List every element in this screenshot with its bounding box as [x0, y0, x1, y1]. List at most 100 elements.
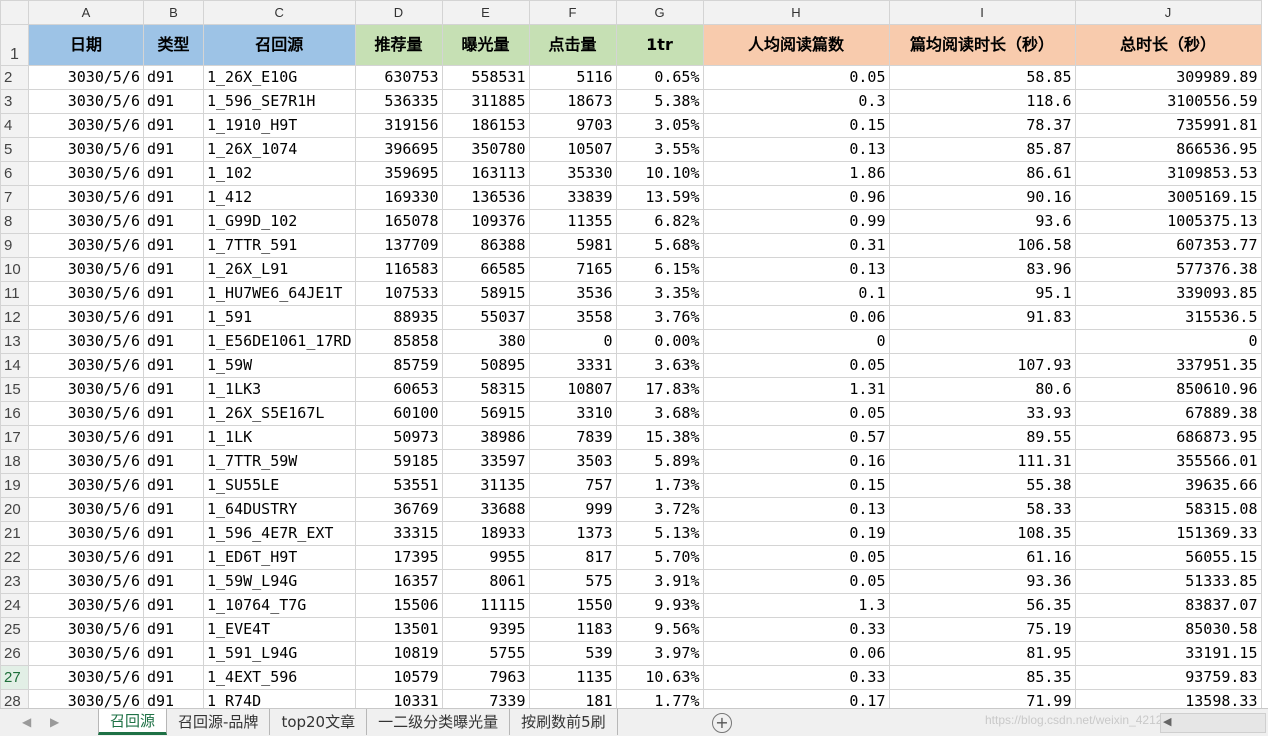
- cell-date[interactable]: 3030/5/6: [28, 185, 144, 210]
- cell-recommend[interactable]: 60100: [354, 401, 443, 426]
- cell-date[interactable]: 3030/5/6: [28, 425, 144, 450]
- cell-type[interactable]: d91: [143, 401, 204, 426]
- cell-recommend[interactable]: 59185: [354, 449, 443, 474]
- cell-date[interactable]: 3030/5/6: [28, 521, 144, 546]
- cell-clicks[interactable]: 5116: [528, 65, 617, 90]
- cell-ctr[interactable]: 15.38%: [615, 425, 704, 450]
- cell-ctr[interactable]: 5.70%: [615, 545, 704, 570]
- cell-type[interactable]: d91: [143, 497, 204, 522]
- cell-ctr[interactable]: 0.65%: [615, 65, 704, 90]
- cell-total-time[interactable]: 337951.35: [1074, 353, 1262, 378]
- cell-source[interactable]: 1_G99D_102: [203, 209, 356, 234]
- cell-avg-time[interactable]: 56.35: [888, 593, 1076, 618]
- header-source[interactable]: 召回源: [203, 24, 356, 66]
- cell-ctr[interactable]: 10.63%: [615, 665, 704, 690]
- cell-avg-time[interactable]: 61.16: [888, 545, 1076, 570]
- cell-total-time[interactable]: 3005169.15: [1074, 185, 1262, 210]
- cell-clicks[interactable]: 3331: [528, 353, 617, 378]
- row-number[interactable]: 26: [0, 641, 29, 666]
- cell-exposure[interactable]: 7963: [441, 665, 530, 690]
- cell-type[interactable]: d91: [143, 161, 204, 186]
- cell-exposure[interactable]: 11115: [441, 593, 530, 618]
- cell-avg-time[interactable]: 85.35: [888, 665, 1076, 690]
- cell-exposure[interactable]: 33597: [441, 449, 530, 474]
- cell-date[interactable]: 3030/5/6: [28, 497, 144, 522]
- cell-source[interactable]: 1_10764_T7G: [203, 593, 356, 618]
- cell-recommend[interactable]: 36769: [354, 497, 443, 522]
- sheet-tab[interactable]: 一二级分类曝光量: [367, 709, 511, 735]
- cell-exposure[interactable]: 9955: [441, 545, 530, 570]
- cell-avg-read[interactable]: 0.05: [702, 401, 890, 426]
- cell-source[interactable]: 1_596_4E7R_EXT: [203, 521, 356, 546]
- cell-date[interactable]: 3030/5/6: [28, 281, 144, 306]
- cell-avg-read[interactable]: 0.06: [702, 305, 890, 330]
- cell-ctr[interactable]: 1.73%: [615, 473, 704, 498]
- cell-avg-read[interactable]: 0.31: [702, 233, 890, 258]
- cell-ctr[interactable]: 13.59%: [615, 185, 704, 210]
- cell-avg-time[interactable]: 93.36: [888, 569, 1076, 594]
- cell-avg-read[interactable]: 1.86: [702, 161, 890, 186]
- header-recommend[interactable]: 推荐量: [354, 24, 443, 66]
- cell-ctr[interactable]: 6.82%: [615, 209, 704, 234]
- cell-avg-time[interactable]: 78.37: [888, 113, 1076, 138]
- cell-total-time[interactable]: 1005375.13: [1074, 209, 1262, 234]
- cell-ctr[interactable]: 17.83%: [615, 377, 704, 402]
- cell-avg-read[interactable]: 0.33: [702, 617, 890, 642]
- cell-clicks[interactable]: 575: [528, 569, 617, 594]
- row-number[interactable]: 9: [0, 233, 29, 258]
- cell-source[interactable]: 1_412: [203, 185, 356, 210]
- row-number[interactable]: 6: [0, 161, 29, 186]
- cell-date[interactable]: 3030/5/6: [28, 89, 144, 114]
- cell-clicks[interactable]: 5981: [528, 233, 617, 258]
- select-all-corner[interactable]: [0, 0, 29, 25]
- cell-total-time[interactable]: 309989.89: [1074, 65, 1262, 90]
- cell-avg-read[interactable]: 0.15: [702, 473, 890, 498]
- cell-avg-read[interactable]: 0.05: [702, 569, 890, 594]
- column-header-a[interactable]: A: [28, 0, 144, 25]
- cell-type[interactable]: d91: [143, 65, 204, 90]
- cell-exposure[interactable]: 136536: [441, 185, 530, 210]
- cell-ctr[interactable]: 3.68%: [615, 401, 704, 426]
- cell-recommend[interactable]: 16357: [354, 569, 443, 594]
- cell-clicks[interactable]: 757: [528, 473, 617, 498]
- cell-recommend[interactable]: 50973: [354, 425, 443, 450]
- cell-date[interactable]: 3030/5/6: [28, 65, 144, 90]
- cell-clicks[interactable]: 9703: [528, 113, 617, 138]
- cell-avg-read[interactable]: 0.13: [702, 137, 890, 162]
- header-avg-time[interactable]: 篇均阅读时长（秒）: [888, 24, 1076, 66]
- cell-type[interactable]: d91: [143, 305, 204, 330]
- cell-date[interactable]: 3030/5/6: [28, 329, 144, 354]
- cell-ctr[interactable]: 3.97%: [615, 641, 704, 666]
- cell-avg-read[interactable]: 1.31: [702, 377, 890, 402]
- cell-type[interactable]: d91: [143, 569, 204, 594]
- cell-source[interactable]: 1_26X_E10G: [203, 65, 356, 90]
- cell-date[interactable]: 3030/5/6: [28, 401, 144, 426]
- cell-exposure[interactable]: 58915: [441, 281, 530, 306]
- cell-total-time[interactable]: 686873.95: [1074, 425, 1262, 450]
- cell-type[interactable]: d91: [143, 353, 204, 378]
- cell-recommend[interactable]: 10331: [354, 689, 443, 708]
- row-number[interactable]: 3: [0, 89, 29, 114]
- cell-type[interactable]: d91: [143, 137, 204, 162]
- cell-ctr[interactable]: 5.13%: [615, 521, 704, 546]
- cell-source[interactable]: 1_EVE4T: [203, 617, 356, 642]
- sheet-tab[interactable]: 召回源: [98, 709, 168, 735]
- cell-total-time[interactable]: 0: [1074, 329, 1262, 354]
- row-number[interactable]: 12: [0, 305, 29, 330]
- cell-avg-time[interactable]: 75.19: [888, 617, 1076, 642]
- cell-recommend[interactable]: 169330: [354, 185, 443, 210]
- cell-total-time[interactable]: 33191.15: [1074, 641, 1262, 666]
- cell-type[interactable]: d91: [143, 689, 204, 708]
- cell-source[interactable]: 1_59W_L94G: [203, 569, 356, 594]
- header-ctr[interactable]: 1tr: [615, 24, 704, 66]
- cell-exposure[interactable]: 55037: [441, 305, 530, 330]
- cell-total-time[interactable]: 735991.81: [1074, 113, 1262, 138]
- cell-exposure[interactable]: 311885: [441, 89, 530, 114]
- horizontal-scrollbar[interactable]: ◀: [1160, 713, 1266, 733]
- cell-date[interactable]: 3030/5/6: [28, 473, 144, 498]
- column-header-j[interactable]: J: [1074, 0, 1262, 25]
- cell-avg-time[interactable]: 111.31: [888, 449, 1076, 474]
- cell-source[interactable]: 1_4EXT_596: [203, 665, 356, 690]
- cell-clicks[interactable]: 3536: [528, 281, 617, 306]
- cell-date[interactable]: 3030/5/6: [28, 449, 144, 474]
